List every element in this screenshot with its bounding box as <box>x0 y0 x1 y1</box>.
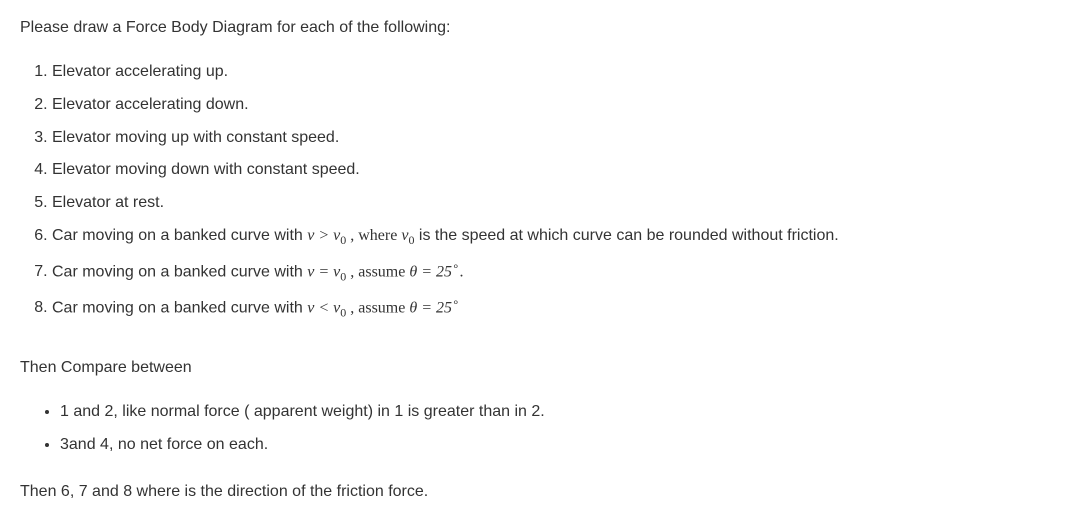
item-text: Car moving on a banked curve with <box>52 227 307 244</box>
math-expr: θ = 25 <box>409 263 452 280</box>
item-text: Car moving on a banked curve with <box>52 263 307 280</box>
math-expr: θ = 25 <box>409 299 452 316</box>
list-item: 1 and 2, like normal force ( apparent we… <box>60 398 1070 427</box>
intro-text: Please draw a Force Body Diagram for eac… <box>20 16 1070 40</box>
item-text: , assume <box>346 263 409 280</box>
list-item: Elevator at rest. <box>52 189 1070 218</box>
math-expr: v = v <box>307 263 340 280</box>
item-text: , assume <box>346 299 409 316</box>
list-item: Elevator accelerating up. <box>52 58 1070 87</box>
compare-list: 1 and 2, like normal force ( apparent we… <box>20 398 1070 460</box>
list-item: Elevator moving up with constant speed. <box>52 124 1070 153</box>
item-text: is the speed at which curve can be round… <box>414 227 838 244</box>
list-item: Car moving on a banked curve with v < v0… <box>52 292 1070 324</box>
math-expr: v < v <box>307 299 340 316</box>
compare-heading: Then Compare between <box>20 356 1070 380</box>
item-text: , where <box>346 227 401 244</box>
item-text: . <box>460 263 464 280</box>
list-item: 3and 4, no net force on each. <box>60 431 1070 460</box>
list-item: Car moving on a banked curve with v = v0… <box>52 256 1070 288</box>
degree-symbol: ∘ <box>452 259 460 273</box>
degree-symbol: ∘ <box>452 295 460 309</box>
list-item: Car moving on a banked curve with v > v0… <box>52 222 1070 252</box>
item-text: Car moving on a banked curve with <box>52 299 307 316</box>
math-expr: v > v <box>307 227 340 244</box>
final-text: Then 6, 7 and 8 where is the direction o… <box>20 480 1070 504</box>
list-item: Elevator moving down with constant speed… <box>52 156 1070 185</box>
list-item: Elevator accelerating down. <box>52 91 1070 120</box>
problem-list: Elevator accelerating up. Elevator accel… <box>20 58 1070 324</box>
